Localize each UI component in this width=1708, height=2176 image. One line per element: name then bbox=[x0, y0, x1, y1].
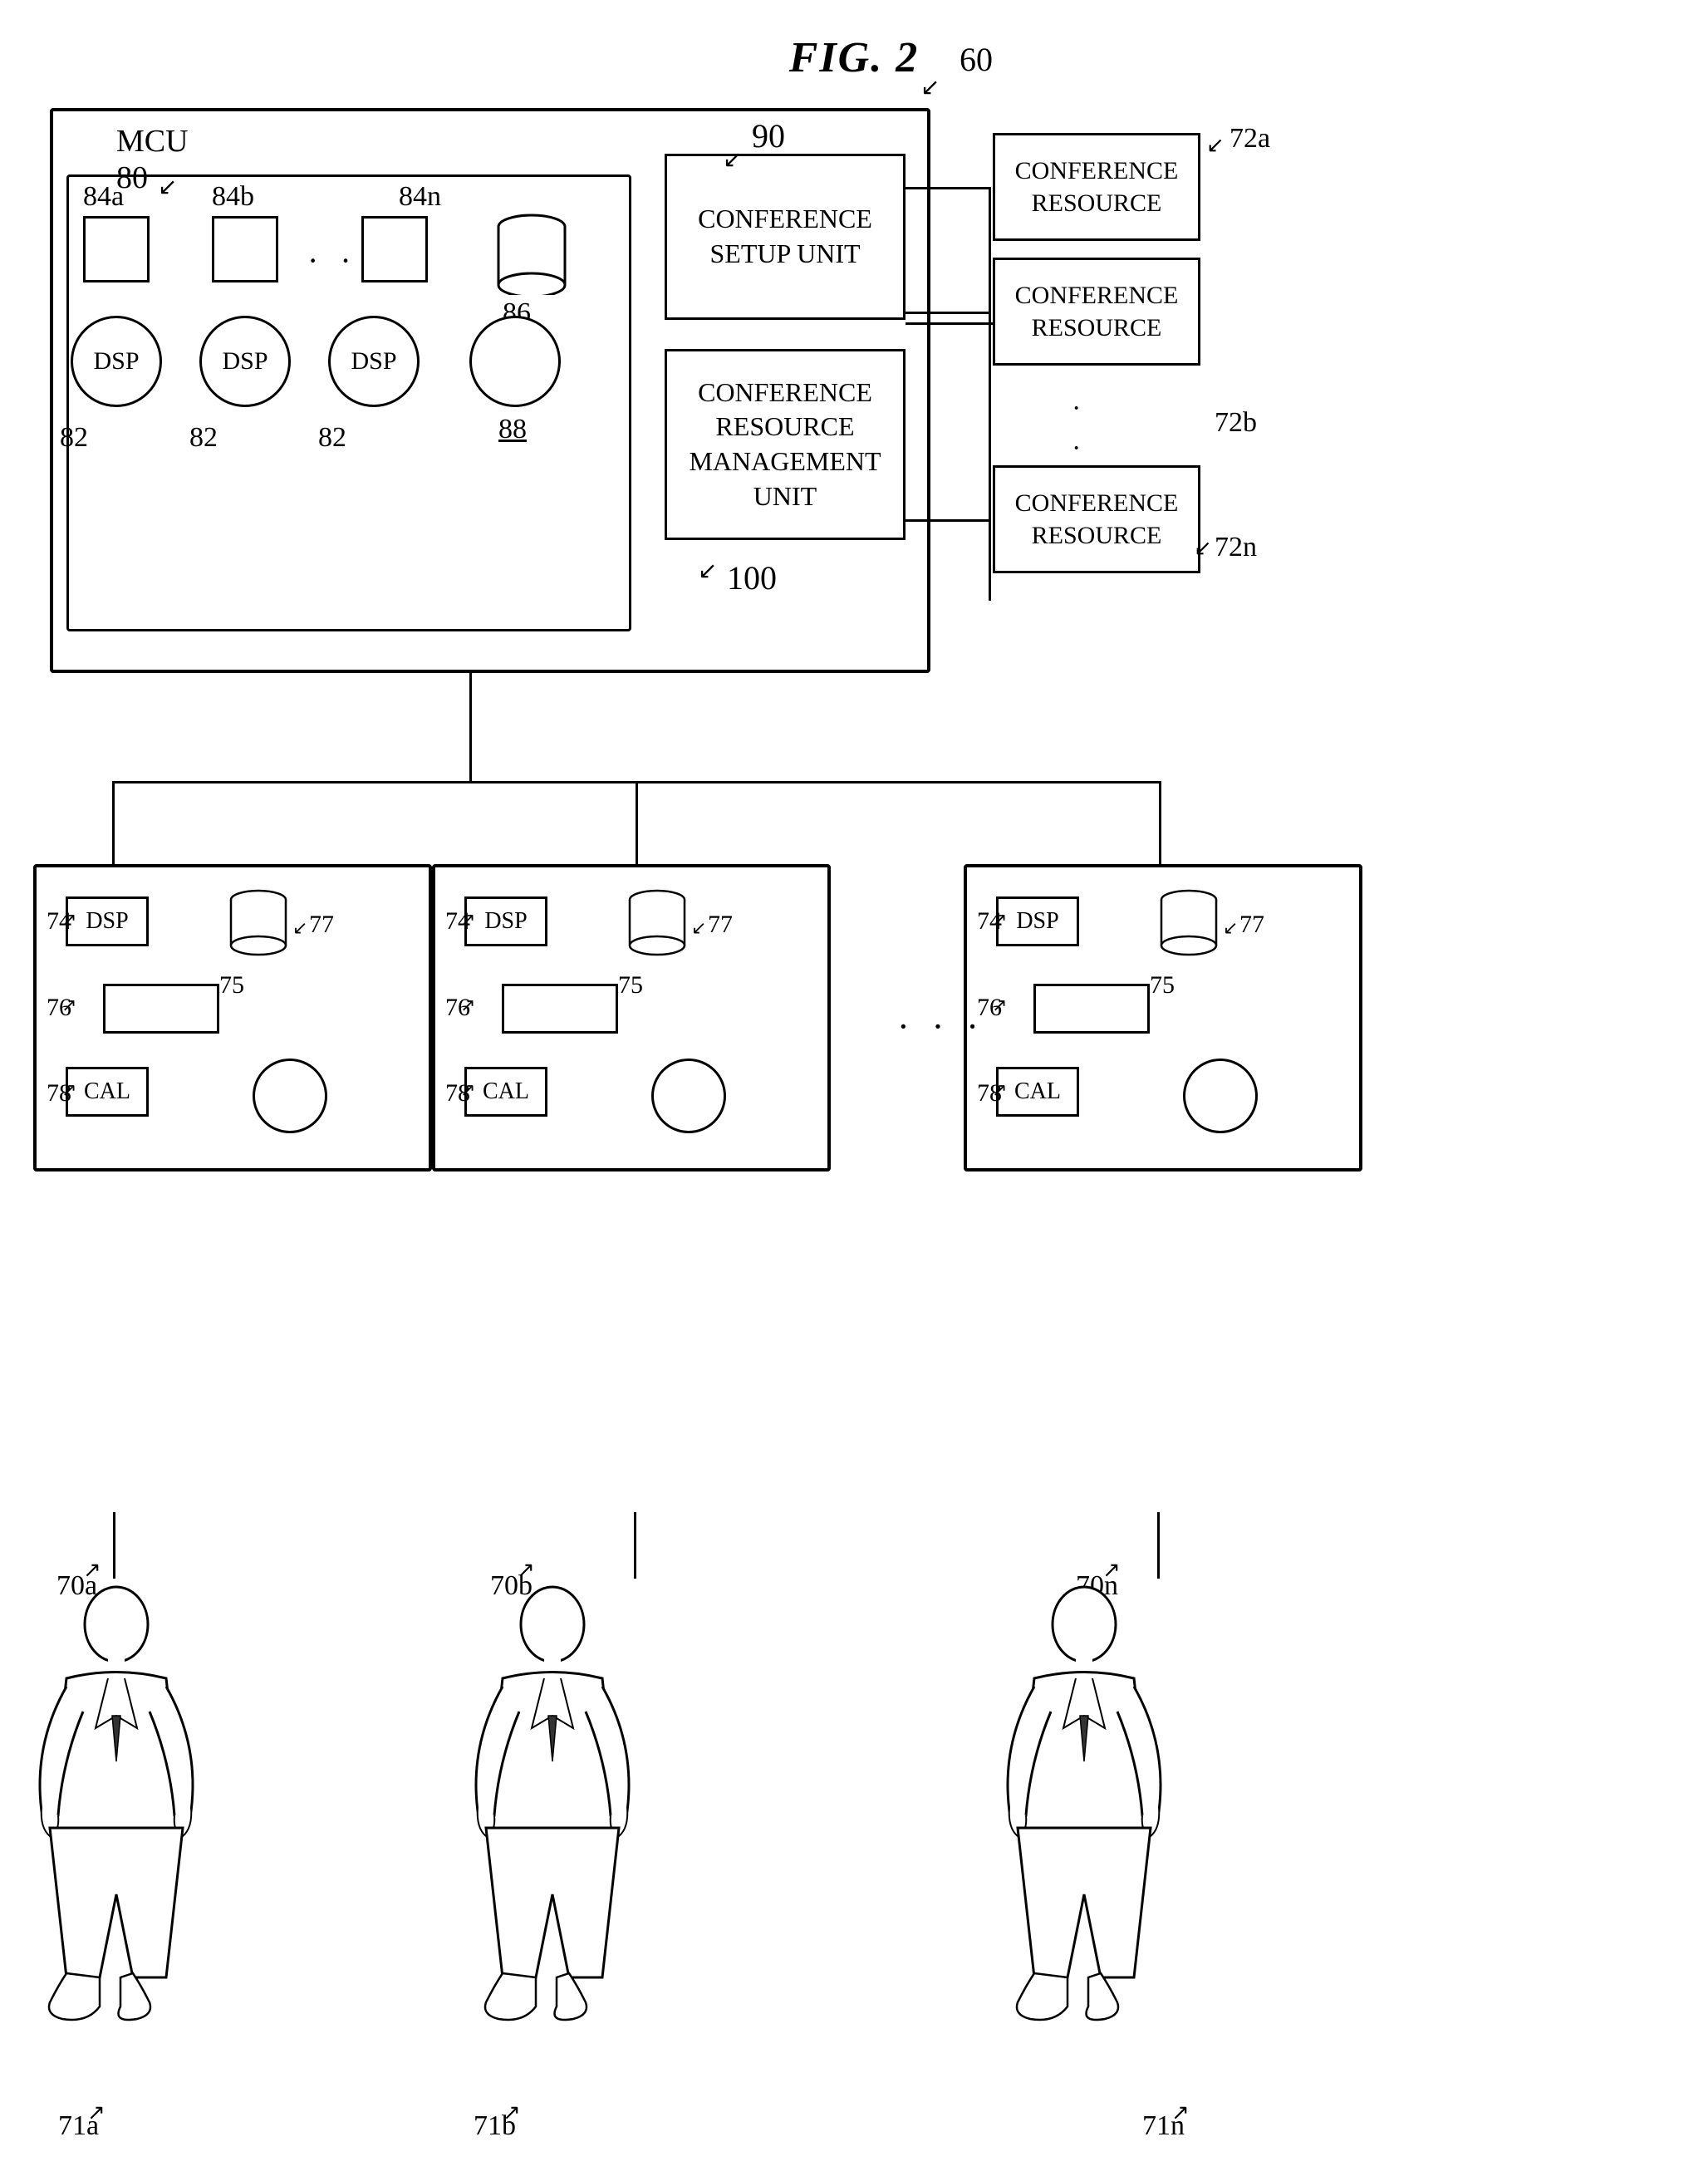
ref-100-arrow: ↙ bbox=[698, 557, 717, 585]
dsp-circle-3: DSP bbox=[328, 316, 420, 407]
cr-left-dsp: DSP bbox=[66, 896, 149, 946]
line-down-center bbox=[636, 781, 638, 864]
conf-res-box-3: CONFERENCE RESOURCE bbox=[993, 465, 1200, 573]
ref-84a: 84a bbox=[83, 181, 124, 213]
ref-71n-arrow: ↗ bbox=[1171, 2100, 1190, 2125]
cr-left-circle bbox=[253, 1059, 327, 1133]
conference-setup-unit: CONFERENCE SETUP UNIT bbox=[665, 154, 906, 320]
ref-71a-arrow: ↗ bbox=[87, 2100, 106, 2125]
horiz-res-2 bbox=[906, 312, 991, 314]
line-mcu-down bbox=[469, 673, 472, 781]
ref-100: 100 bbox=[727, 558, 777, 597]
conference-resource-management-unit: CONFERENCE RESOURCE MANAGEMENT UNIT bbox=[665, 349, 906, 540]
page: FIG. 2 60 ↙ MCU 80 ↙ 84a 84b 84n · · · 8… bbox=[0, 0, 1708, 2176]
person-right bbox=[968, 1579, 1200, 2098]
person-center bbox=[436, 1579, 669, 2098]
cr-box-right: DSP CAL 74 ↗ 75 76 ↗ 77 ↙ 78 ↗ bbox=[964, 864, 1362, 1172]
dsp-ref-3: 82 bbox=[318, 422, 346, 454]
cr-center-dsp: DSP bbox=[464, 896, 547, 946]
circle-88 bbox=[469, 316, 561, 407]
ref-88: 88 bbox=[498, 414, 527, 445]
monitor-84n bbox=[361, 216, 428, 282]
conf-res-box-1: CONFERENCE RESOURCE bbox=[993, 133, 1200, 241]
cr-left-cal: CAL bbox=[66, 1067, 149, 1117]
ref-72n: 72n bbox=[1215, 532, 1257, 563]
cr-box-left: DSP CAL 74 ↗ 75 76 ↗ 77 ↙ 78 ↗ bbox=[33, 864, 432, 1172]
cr-center-ref-77: 77 bbox=[708, 911, 733, 939]
cr-right-rect bbox=[1033, 984, 1150, 1034]
cr-left-arrow-78: ↗ bbox=[61, 1079, 76, 1101]
ref-71b-arrow: ↗ bbox=[503, 2100, 521, 2125]
monitor-84b bbox=[212, 216, 278, 282]
cr-center-cylinder bbox=[626, 888, 689, 963]
cr-left-ref-77: 77 bbox=[309, 911, 334, 939]
ref-72n-arrow: ↙ bbox=[1194, 536, 1212, 561]
person-left bbox=[0, 1579, 233, 2098]
figure-title: FIG. 2 bbox=[789, 33, 919, 82]
cr-left-arrow-74: ↗ bbox=[61, 909, 76, 931]
horiz-connect-line-right bbox=[906, 322, 993, 325]
line-down-left bbox=[112, 781, 115, 864]
cr-right-arrow-78: ↗ bbox=[992, 1079, 1007, 1101]
dsp-circle-1: DSP bbox=[71, 316, 162, 407]
cr-right-circle bbox=[1183, 1059, 1258, 1133]
ref-72a: 72a bbox=[1229, 123, 1270, 155]
cylinder-86 bbox=[494, 212, 569, 299]
cr-right-cylinder bbox=[1158, 888, 1220, 963]
dsp-circle-2: DSP bbox=[199, 316, 291, 407]
cr-center-rect bbox=[502, 984, 618, 1034]
cr-center-arrow-74: ↗ bbox=[460, 909, 475, 931]
cr-right-arrow-76: ↗ bbox=[992, 995, 1007, 1016]
cr-right-cal: CAL bbox=[996, 1067, 1079, 1117]
cr-box-center: DSP CAL 74 ↗ 75 76 ↗ 77 ↙ 78 ↗ bbox=[432, 864, 831, 1172]
mcu-label: MCU bbox=[116, 123, 189, 160]
monitor-84a bbox=[83, 216, 150, 282]
cr-center-arrow-77: ↙ bbox=[691, 917, 706, 939]
vert-connect-res bbox=[989, 187, 991, 601]
dsp-ref-1: 82 bbox=[60, 422, 88, 454]
line-down-right bbox=[1159, 781, 1161, 864]
cr-left-ref-75: 75 bbox=[219, 971, 244, 1000]
line-person-left bbox=[113, 1512, 115, 1579]
ref-84b: 84b bbox=[212, 181, 254, 213]
cr-left-cylinder bbox=[228, 888, 290, 963]
ref-90: 90 bbox=[752, 116, 785, 155]
horiz-res-1 bbox=[906, 187, 991, 189]
cr-center-arrow-76: ↗ bbox=[460, 995, 475, 1016]
cr-right-ref-77: 77 bbox=[1239, 911, 1264, 939]
cr-right-arrow-77: ↙ bbox=[1223, 917, 1238, 939]
cr-center-circle bbox=[651, 1059, 726, 1133]
line-person-right bbox=[1157, 1512, 1160, 1579]
ref-60-arrow: ↙ bbox=[920, 73, 940, 101]
horiz-res-3 bbox=[906, 519, 991, 522]
ref-60: 60 bbox=[960, 40, 993, 79]
cylinder-86-svg bbox=[494, 212, 569, 295]
ref-72b: 72b bbox=[1215, 407, 1257, 439]
cr-left-arrow-76: ↗ bbox=[61, 995, 76, 1016]
cr-right-dsp: DSP bbox=[996, 896, 1079, 946]
cr-right-arrow-74: ↗ bbox=[992, 909, 1007, 931]
line-person-center bbox=[634, 1512, 636, 1579]
cr-center-cal: CAL bbox=[464, 1067, 547, 1117]
cr-left-rect bbox=[103, 984, 219, 1034]
conf-res-box-2: CONFERENCE RESOURCE bbox=[993, 258, 1200, 366]
ref-84n: 84n bbox=[399, 181, 441, 213]
conf-res-arrow-72a: ↙ bbox=[1206, 133, 1225, 158]
cr-right-ref-75: 75 bbox=[1150, 971, 1175, 1000]
dsp-ref-2: 82 bbox=[189, 422, 218, 454]
cr-center-ref-75: 75 bbox=[618, 971, 643, 1000]
cr-left-arrow-77: ↙ bbox=[292, 917, 307, 939]
cr-center-arrow-78: ↗ bbox=[460, 1079, 475, 1101]
